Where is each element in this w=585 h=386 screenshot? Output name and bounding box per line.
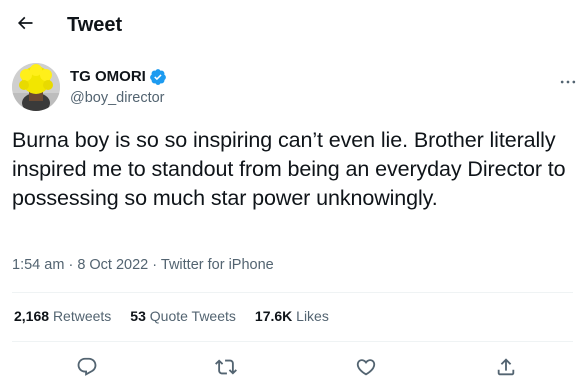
share-button[interactable] xyxy=(489,352,523,386)
tweet-author: TG OMORI @boy_director xyxy=(0,60,585,116)
retweet-icon xyxy=(215,356,237,383)
back-button[interactable] xyxy=(6,6,44,44)
reply-icon xyxy=(76,356,98,383)
page-title: Tweet xyxy=(67,14,123,36)
meta-separator: · xyxy=(68,257,74,273)
retweets-label: Retweets xyxy=(52,308,112,324)
likes-label: Likes xyxy=(296,308,329,324)
arrow-left-icon xyxy=(15,13,35,38)
tweet-stats: 2,168 Retweets 53 Quote Tweets 17.6K Lik… xyxy=(14,307,348,326)
divider xyxy=(12,341,573,342)
avatar[interactable] xyxy=(12,63,60,111)
like-button[interactable] xyxy=(349,352,383,386)
likes-count: 17.6K xyxy=(254,308,293,324)
quotes-stat[interactable]: 53 Quote Tweets xyxy=(130,307,236,326)
top-bar: Tweet xyxy=(0,0,585,52)
tweet-actions xyxy=(0,348,585,384)
tweet-time[interactable]: 1:54 am xyxy=(12,257,64,273)
retweets-count: 2,168 xyxy=(14,308,50,324)
retweet-button[interactable] xyxy=(209,352,243,386)
tweet-source[interactable]: Twitter for iPhone xyxy=(161,257,274,273)
name-row: TG OMORI xyxy=(70,67,167,86)
quotes-label: Quote Tweets xyxy=(149,308,236,324)
tweet-text: Burna boy is so so inspiring can’t even … xyxy=(12,128,566,210)
likes-stat[interactable]: 17.6K Likes xyxy=(255,307,329,326)
tweet-date[interactable]: 8 Oct 2022 xyxy=(77,257,148,273)
verified-badge-icon xyxy=(149,68,167,86)
meta-separator: · xyxy=(152,257,158,273)
like-icon xyxy=(355,356,377,383)
divider xyxy=(12,292,573,293)
author-handle[interactable]: @boy_director xyxy=(70,89,165,108)
retweets-stat[interactable]: 2,168 Retweets xyxy=(14,307,111,326)
reply-button[interactable] xyxy=(70,352,104,386)
display-name[interactable]: TG OMORI xyxy=(70,67,146,86)
more-options-button[interactable] xyxy=(552,70,584,98)
quotes-count: 53 xyxy=(130,308,146,324)
more-horizontal-icon xyxy=(558,72,578,97)
tweet-metadata: 1:54 am · 8 Oct 2022 · Twitter for iPhon… xyxy=(12,256,274,275)
share-icon xyxy=(495,356,517,383)
